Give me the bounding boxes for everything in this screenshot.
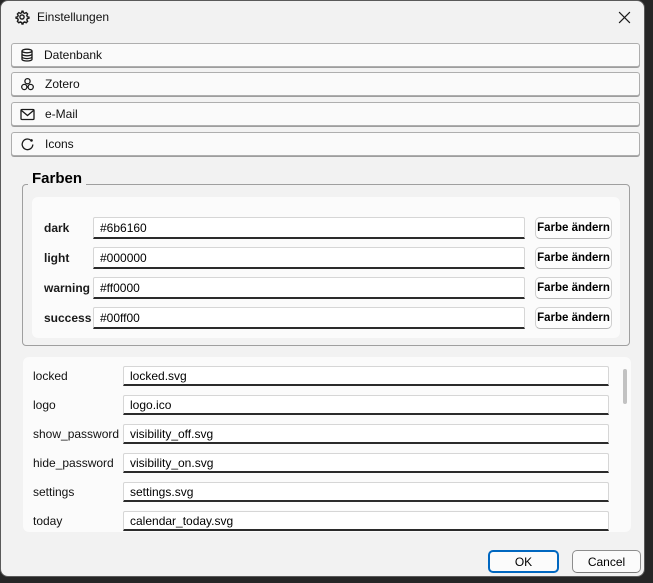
color-label: success	[44, 311, 91, 325]
color-value-input[interactable]	[93, 307, 525, 329]
database-icon	[20, 48, 34, 63]
change-color-button[interactable]: Farbe ändern	[535, 307, 612, 329]
window-title: Einstellungen	[37, 10, 109, 24]
icon-key-label: settings	[33, 485, 74, 499]
color-row-success: success Farbe ändern	[32, 307, 620, 329]
settings-dialog: Einstellungen Datenbank Zotero e-Mail	[0, 0, 645, 577]
farben-groupbox: Farben dark Farbe ändern light Farbe änd…	[22, 184, 630, 346]
close-icon	[618, 11, 631, 24]
gear-icon	[14, 9, 30, 25]
icon-file-input[interactable]	[123, 482, 609, 502]
colors-panel: dark Farbe ändern light Farbe ändern war…	[32, 197, 620, 338]
mail-icon	[20, 108, 35, 121]
color-row-dark: dark Farbe ändern	[32, 217, 620, 239]
change-color-button[interactable]: Farbe ändern	[535, 247, 612, 269]
icon-row-show-password: show_password	[23, 424, 631, 444]
color-label: dark	[44, 221, 69, 235]
section-label: Icons	[45, 137, 74, 151]
color-row-warning: warning Farbe ändern	[32, 277, 620, 299]
color-value-input[interactable]	[93, 277, 525, 299]
icon-key-label: show_password	[33, 427, 119, 441]
color-label: light	[44, 251, 69, 265]
icon-key-label: hide_password	[33, 456, 114, 470]
icon-row-settings: settings	[23, 482, 631, 502]
color-label: warning	[44, 281, 90, 295]
title-bar: Einstellungen	[1, 1, 644, 33]
section-header-icons[interactable]: Icons	[11, 132, 640, 156]
section-label: e-Mail	[45, 107, 78, 121]
icon-row-today: today	[23, 511, 631, 531]
section-header-email[interactable]: e-Mail	[11, 102, 640, 126]
color-row-light: light Farbe ändern	[32, 247, 620, 269]
icon-row-locked: locked	[23, 366, 631, 386]
icon-row-logo: logo	[23, 395, 631, 415]
icon-file-input[interactable]	[123, 366, 609, 386]
color-value-input[interactable]	[93, 217, 525, 239]
change-color-button[interactable]: Farbe ändern	[535, 277, 612, 299]
icon-key-label: today	[33, 514, 62, 528]
section-label: Zotero	[45, 77, 80, 91]
icon-file-input[interactable]	[123, 511, 609, 531]
icon-file-input[interactable]	[123, 453, 609, 473]
icon-file-input[interactable]	[123, 424, 609, 444]
change-color-button[interactable]: Farbe ändern	[535, 217, 612, 239]
vertical-scrollbar-thumb[interactable]	[623, 369, 627, 404]
icon-row-hide-password: hide_password	[23, 453, 631, 473]
section-label: Datenbank	[44, 48, 102, 62]
color-value-input[interactable]	[93, 247, 525, 269]
zotero-icon	[20, 77, 35, 92]
section-header-datenbank[interactable]: Datenbank	[11, 43, 640, 67]
close-button[interactable]	[606, 4, 642, 30]
icons-list-panel: locked logo show_password hide_password …	[23, 357, 631, 532]
cancel-button[interactable]: Cancel	[572, 550, 641, 573]
section-header-zotero[interactable]: Zotero	[11, 72, 640, 96]
icon-file-input[interactable]	[123, 395, 609, 415]
icon-key-label: locked	[33, 369, 68, 383]
farben-title: Farben	[28, 170, 86, 187]
refresh-icon	[20, 137, 35, 152]
icon-key-label: logo	[33, 398, 56, 412]
ok-button[interactable]: OK	[488, 550, 559, 573]
